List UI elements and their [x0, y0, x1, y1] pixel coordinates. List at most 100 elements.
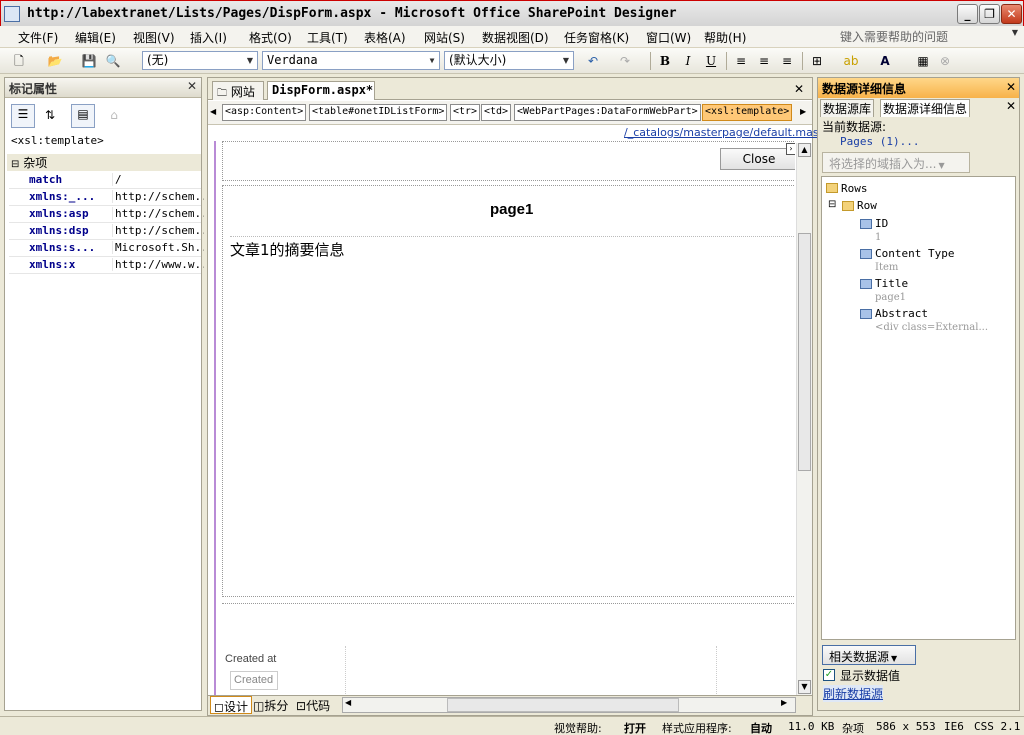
menu-help[interactable]: 帮助(H) — [704, 29, 746, 46]
menu-view[interactable]: 视图(V) — [133, 29, 175, 46]
property-row[interactable]: xmlns:s...Microsoft.Sh... — [9, 240, 204, 257]
vertical-scrollbar[interactable]: ▲ ▼ — [796, 143, 812, 695]
restore-button[interactable]: ❐ — [979, 4, 1000, 24]
show-values-checkbox[interactable]: ✓ — [823, 669, 835, 681]
tab-data-source-details[interactable]: 数据源详细信息 — [880, 99, 971, 117]
menu-tools[interactable]: 工具(T) — [307, 29, 348, 46]
underline-icon[interactable]: U — [702, 52, 720, 70]
toolbar-separator — [650, 52, 651, 70]
sort-az-icon[interactable]: ⇅ — [41, 106, 59, 124]
category-misc[interactable]: ⊟ 杂项 — [7, 154, 201, 171]
bold-icon[interactable]: B — [656, 52, 674, 70]
style-application-value[interactable]: 自动 — [750, 720, 772, 735]
editor-area: 🗀 网站 DispForm.aspx* ✕ ◀ <asp:Content> <t… — [207, 77, 834, 716]
categorized-icon[interactable]: ☰ — [11, 104, 35, 128]
scroll-thumb[interactable] — [798, 233, 811, 471]
align-right-icon[interactable]: ≡ — [778, 52, 796, 70]
style-combo[interactable]: (无) ▼ — [142, 51, 258, 70]
visual-aid-value[interactable]: 打开 — [624, 720, 646, 735]
scroll-right-icon[interactable]: ▶ — [781, 698, 787, 707]
menu-file[interactable]: 文件(F) — [18, 29, 58, 46]
menu-format[interactable]: 格式(O) — [249, 29, 292, 46]
property-row[interactable]: xmlns:xhttp://www.w... — [9, 257, 204, 274]
tab-code[interactable]: ⊡代码 — [296, 697, 330, 714]
menu-task-panes[interactable]: 任务窗格(K) — [564, 29, 629, 46]
scroll-thumb[interactable] — [447, 698, 679, 712]
italic-icon[interactable]: I — [679, 52, 697, 70]
breadcrumb-item-active[interactable]: <xsl:template> — [702, 104, 793, 121]
master-page-link[interactable]: /_catalogs/masterpage/default.master — [624, 126, 834, 139]
data-tree: Rows ⊟ Row ID 1 Content Type Item Title … — [821, 176, 1016, 640]
menu-site[interactable]: 网站(S) — [424, 29, 465, 46]
borders-icon[interactable]: ⊞ — [808, 52, 826, 70]
tab-data-source-library[interactable]: 数据源库 — [820, 99, 875, 117]
menu-table[interactable]: 表格(A) — [364, 29, 406, 46]
panel-title: 数据源详细信息 — [818, 78, 1019, 98]
scroll-right-icon[interactable]: ▶ — [800, 107, 806, 116]
close-window-button[interactable]: ✕ — [1001, 4, 1022, 24]
open-folder-icon[interactable]: 📂 — [46, 52, 64, 70]
help-search-input[interactable]: 键入需要帮助的问题 ▼ — [840, 28, 1020, 46]
property-row[interactable]: xmlns:dsphttp://schem... — [9, 223, 204, 240]
breadcrumb-item[interactable]: <td> — [481, 104, 512, 121]
close-icon[interactable]: ✕ — [1006, 99, 1016, 113]
property-row[interactable]: xmlns:_...http://schem... — [9, 189, 204, 206]
breadcrumb-item[interactable]: <WebPartPages:DataFormWebPart> — [514, 104, 701, 121]
css-version[interactable]: CSS 2.1 — [974, 720, 1020, 733]
save-icon[interactable]: 💾 — [80, 52, 98, 70]
breadcrumb-item[interactable]: <table#onetIDListForm> — [309, 104, 448, 121]
browser-compat[interactable]: IE6 — [944, 720, 964, 733]
property-row[interactable]: match / — [9, 172, 201, 189]
cancel-icon[interactable]: ⊗ — [936, 52, 954, 70]
related-sources-button[interactable]: 相关数据源 ▼ — [822, 645, 916, 665]
menu-edit[interactable]: 编辑(E) — [75, 29, 116, 46]
tab-split[interactable]: ◫拆分 — [253, 697, 288, 714]
scroll-up-icon[interactable]: ▲ — [798, 143, 811, 157]
align-left-icon[interactable]: ≡ — [732, 52, 750, 70]
field-icon — [860, 309, 872, 319]
redo-icon[interactable]: ↷ — [616, 52, 634, 70]
created-field[interactable]: Created — [230, 671, 278, 690]
design-view[interactable]: Close › page1 文章1的摘要信息 Created at Create… — [208, 141, 795, 695]
menu-window[interactable]: 窗口(W) — [646, 29, 691, 46]
close-icon[interactable]: ✕ — [1006, 80, 1016, 94]
menu-bar: 文件(F) 编辑(E) 视图(V) 插入(I) 格式(O) 工具(T) 表格(A… — [0, 26, 1024, 48]
scroll-left-icon[interactable]: ◀ — [210, 107, 216, 116]
new-page-icon[interactable]: 🗋 — [10, 52, 28, 70]
breadcrumb-item[interactable]: <asp:Content> — [222, 104, 307, 121]
scroll-left-icon[interactable]: ◀ — [345, 698, 351, 707]
tab-design[interactable]: ◻设计 — [210, 696, 252, 714]
divider — [222, 603, 795, 604]
font-size-combo[interactable]: (默认大小) ▼ — [444, 51, 574, 70]
current-source-link[interactable]: Pages (1)... — [840, 135, 919, 148]
horizontal-scrollbar[interactable]: ◀ ▶ — [342, 697, 796, 713]
chevron-right-icon[interactable]: › — [786, 143, 795, 155]
scroll-down-icon[interactable]: ▼ — [798, 680, 811, 694]
close-icon[interactable]: ✕ — [187, 79, 197, 93]
minimize-button[interactable]: _ — [957, 4, 978, 24]
collapse-icon[interactable]: ⊟ — [11, 159, 19, 170]
tab-dispform[interactable]: DispForm.aspx* — [267, 81, 375, 100]
align-center-icon[interactable]: ≡ — [755, 52, 773, 70]
highlight-icon[interactable]: ab — [842, 52, 860, 70]
title-bar: http://labextranet/Lists/Pages/DispForm.… — [0, 0, 1024, 26]
font-combo[interactable]: Verdana ▼ — [262, 51, 440, 70]
breadcrumb-item[interactable]: <tr> — [450, 104, 481, 121]
table-icon[interactable]: ▦ — [914, 52, 932, 70]
menu-data-view[interactable]: 数据视图(D) — [482, 29, 549, 46]
menu-insert[interactable]: 插入(I) — [190, 29, 227, 46]
close-button[interactable]: Close — [720, 148, 795, 170]
collapse-icon[interactable]: ⊟ — [828, 199, 836, 210]
help-dropdown-icon[interactable]: ▼ — [1012, 28, 1018, 37]
refresh-data-source-link[interactable]: 刷新数据源 — [823, 685, 884, 702]
show-set-properties-icon[interactable]: ▤ — [71, 104, 95, 128]
font-color-icon[interactable]: A — [876, 52, 894, 70]
status-bar: 视觉帮助: 打开 样式应用程序: 自动 11.0 KB 杂项 586 x 553… — [0, 716, 1024, 735]
tab-website[interactable]: 🗀 网站 — [212, 81, 264, 100]
close-icon[interactable]: ✕ — [794, 82, 804, 96]
preview-icon[interactable]: 🔍 — [104, 52, 122, 70]
page-dimensions[interactable]: 586 x 553 — [876, 720, 936, 733]
property-row[interactable]: xmlns:asphttp://schem... — [9, 206, 204, 223]
insert-field-button[interactable]: 将选择的域插入为... ▼ — [822, 152, 970, 173]
undo-icon[interactable]: ↶ — [584, 52, 602, 70]
